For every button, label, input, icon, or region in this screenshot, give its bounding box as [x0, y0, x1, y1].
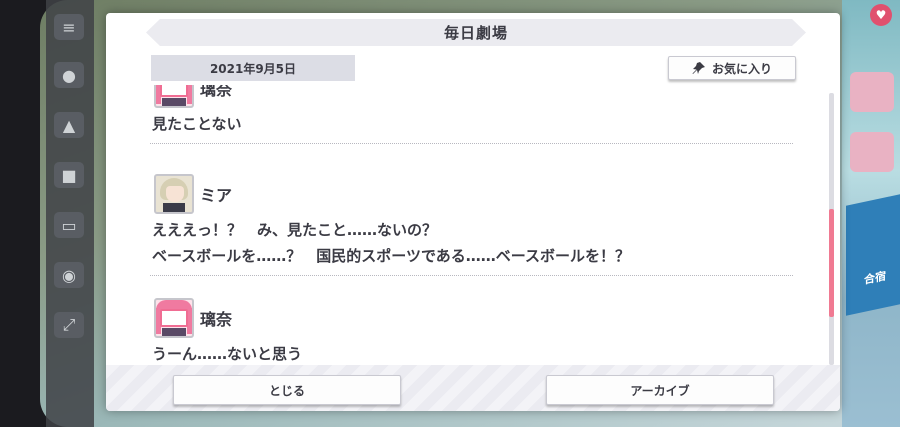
dialog-footer: とじる アーカイブ [106, 365, 840, 411]
dialogue-entry: 璃奈 見たことない [150, 85, 795, 144]
mia-avatar [154, 174, 194, 214]
speaker-name: ミア [200, 186, 233, 205]
date-label: 2021年9月5日 [209, 61, 297, 76]
right-menu-tile[interactable] [850, 132, 894, 172]
daily-theater-dialog: 毎日劇場 2021年9月5日 お気に入り 璃奈 見たことない ミア えええっ！？… [106, 13, 840, 411]
rina-avatar [154, 85, 194, 108]
right-menu-tile[interactable] [850, 72, 894, 112]
notification-badge-icon: ♥ [870, 4, 892, 26]
training-camp-tile[interactable]: 合宿 [846, 194, 900, 316]
dialogue-line: 見たことない [152, 115, 242, 133]
rina-avatar [154, 298, 194, 338]
gift-icon[interactable]: ■ [54, 162, 84, 188]
favorite-label: お気に入り [711, 61, 772, 76]
dialogue-line: ベースボールを……？ 国民的スポーツである……ベースボールを！？ [152, 247, 631, 265]
chat-icon[interactable]: ● [54, 62, 84, 88]
menu-icon[interactable]: ≡ [54, 14, 84, 40]
favorite-button[interactable]: お気に入り [668, 56, 796, 80]
shop-icon[interactable]: ▲ [54, 112, 84, 138]
pin-icon [692, 62, 705, 74]
archive-button[interactable]: アーカイブ [546, 375, 774, 405]
camera-icon[interactable]: ◉ [54, 262, 84, 288]
dialog-title-band: 毎日劇場 [146, 19, 806, 46]
dialog-title: 毎日劇場 [443, 24, 508, 42]
scrollbar[interactable] [829, 93, 834, 365]
dialogue-log[interactable]: 璃奈 見たことない ミア えええっ！？ み、見たこと……ないの？ ベースボールを… [150, 85, 800, 365]
dialogue-line: えええっ！？ み、見たこと……ないの？ [152, 221, 438, 239]
close-label: とじる [268, 383, 305, 398]
dialogue-entry: ミア えええっ！？ み、見たこと……ないの？ ベースボールを……？ 国民的スポー… [150, 171, 795, 276]
entry-divider [150, 275, 793, 276]
training-camp-label: 合宿 [864, 269, 886, 287]
dialogue-entry: 璃奈 うーん……ないと思う [150, 295, 795, 365]
scrollbar-thumb[interactable] [829, 209, 834, 317]
expand-icon[interactable]: ⤢ [54, 312, 84, 338]
close-button[interactable]: とじる [173, 375, 401, 405]
entry-divider [150, 143, 793, 144]
speaker-name: 璃奈 [200, 310, 233, 329]
screen-icon[interactable]: ▭ [54, 212, 84, 238]
dialogue-line: うーん……ないと思う [152, 345, 303, 363]
date-tab: 2021年9月5日 [151, 55, 355, 81]
archive-label: アーカイブ [630, 383, 690, 398]
speaker-name: 璃奈 [200, 85, 233, 99]
